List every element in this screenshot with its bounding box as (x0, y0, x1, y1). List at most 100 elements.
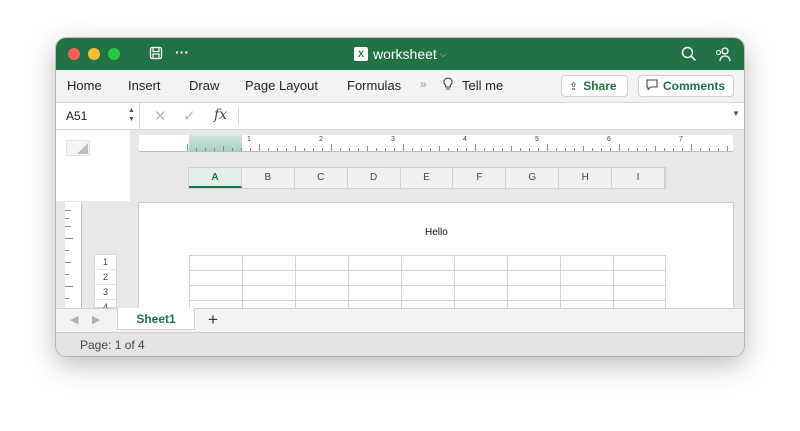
select-all-icon[interactable] (66, 140, 90, 156)
grid-cell[interactable] (295, 300, 348, 308)
ruler-tick (547, 144, 548, 151)
formula-input[interactable] (244, 107, 726, 127)
prev-sheet-icon[interactable]: ◀ (70, 313, 78, 326)
menu-overflow-icon[interactable]: » (420, 77, 427, 91)
column-header-g[interactable]: G (506, 168, 560, 188)
grid-cell[interactable] (295, 270, 348, 285)
grid-cell[interactable] (454, 255, 507, 270)
grid-cell[interactable] (242, 255, 295, 270)
share-button[interactable]: ⇪ Share (561, 75, 628, 97)
grid-cell[interactable] (507, 300, 560, 308)
minimize-window-button[interactable] (88, 48, 100, 60)
name-box-stepper-icon[interactable]: ▲ ▼ (128, 106, 135, 124)
ruler-tick (241, 148, 242, 151)
confirm-formula-icon[interactable]: ✓ (183, 107, 196, 125)
grid-cell[interactable] (454, 300, 507, 308)
ruler-number: 3 (391, 136, 395, 143)
menu-page-layout[interactable]: Page Layout (245, 78, 318, 93)
column-header-i[interactable]: I (612, 168, 666, 188)
grid-cell[interactable] (613, 300, 666, 308)
column-header-d[interactable]: D (348, 168, 401, 188)
ruler-tick (583, 146, 584, 151)
people-icon[interactable] (714, 46, 732, 65)
close-window-button[interactable] (68, 48, 80, 60)
page-layout-area: 1234567 A B C D E F G H I Hello 1 2 3 4 (56, 130, 744, 308)
grid-cell[interactable] (454, 285, 507, 300)
ruler-tick (700, 148, 701, 151)
grid-cell[interactable] (242, 285, 295, 300)
more-icon[interactable]: ··· (175, 44, 189, 60)
column-header-b[interactable]: B (242, 168, 295, 188)
sheet-tab-sheet1[interactable]: Sheet1 (117, 308, 195, 330)
grid-cell[interactable] (348, 255, 401, 270)
page-header-text[interactable]: Hello (425, 227, 448, 238)
column-header-e[interactable]: E (401, 168, 454, 188)
grid-cell[interactable] (613, 285, 666, 300)
grid-cell[interactable] (454, 270, 507, 285)
ruler-tick (538, 148, 539, 151)
row-header-1[interactable]: 1 (95, 255, 116, 270)
add-sheet-button[interactable]: + (208, 310, 218, 330)
row-header-bar: 1 2 3 4 (94, 254, 117, 308)
grid-cell[interactable] (401, 270, 454, 285)
menu-draw[interactable]: Draw (189, 78, 219, 93)
status-bar: Page: 1 of 4 (56, 332, 744, 356)
column-header-h[interactable]: H (559, 168, 613, 188)
insert-function-icon[interactable]: fx (214, 107, 227, 123)
next-sheet-icon[interactable]: ▶ (92, 313, 100, 326)
ruler-tick (430, 148, 431, 151)
ruler-tick (601, 148, 602, 151)
tell-me-search[interactable]: Tell me (462, 78, 503, 93)
column-header-f[interactable]: F (453, 168, 507, 188)
grid-cell[interactable] (401, 285, 454, 300)
ruler-tick (340, 148, 341, 151)
menu-insert[interactable]: Insert (128, 78, 161, 93)
grid-cell[interactable] (560, 270, 613, 285)
menu-formulas[interactable]: Formulas (347, 78, 401, 93)
grid-cell[interactable] (189, 285, 242, 300)
column-header-c[interactable]: C (295, 168, 348, 188)
comments-button[interactable]: Comments (638, 75, 734, 97)
grid-cell[interactable] (401, 300, 454, 308)
ruler-tick (565, 148, 566, 151)
column-header-bar: A B C D E F G H I (188, 167, 666, 189)
grid-cell[interactable] (507, 270, 560, 285)
grid-cell[interactable] (613, 255, 666, 270)
grid-cell[interactable] (348, 285, 401, 300)
grid-cell[interactable] (348, 300, 401, 308)
grid-cell[interactable] (189, 255, 242, 270)
row-header-3[interactable]: 3 (95, 285, 116, 300)
grid-cell[interactable] (560, 285, 613, 300)
ruler-tick (637, 148, 638, 151)
grid-cell[interactable] (189, 270, 242, 285)
grid-cell[interactable] (401, 255, 454, 270)
grid-cell[interactable] (560, 300, 613, 308)
ruler-tick (457, 148, 458, 151)
grid-cell[interactable] (295, 285, 348, 300)
cell-grid[interactable] (189, 255, 667, 308)
save-icon[interactable] (149, 46, 163, 63)
grid-cell[interactable] (507, 255, 560, 270)
grid-cell[interactable] (242, 300, 295, 308)
window-title-area[interactable]: X worksheet ⌵ (354, 45, 447, 63)
expand-formula-icon[interactable]: ▼ (732, 109, 740, 118)
ruler-tick (349, 148, 350, 151)
grid-cell[interactable] (189, 300, 242, 308)
excel-window: ··· X worksheet ⌵ Home Insert Draw Page … (56, 38, 744, 356)
grid-cell[interactable] (613, 270, 666, 285)
menu-home[interactable]: Home (67, 78, 102, 93)
ruler-tick (403, 144, 404, 151)
grid-cell[interactable] (295, 255, 348, 270)
row-header-2[interactable]: 2 (95, 270, 116, 285)
search-icon[interactable] (681, 46, 697, 65)
grid-cell[interactable] (560, 255, 613, 270)
grid-cell[interactable] (242, 270, 295, 285)
cancel-formula-icon[interactable]: ✕ (154, 107, 167, 125)
name-box[interactable]: A51 ▲ ▼ (56, 103, 140, 129)
column-header-a[interactable]: A (189, 168, 242, 188)
row-header-4[interactable]: 4 (95, 300, 116, 308)
grid-cell[interactable] (507, 285, 560, 300)
ruler-tick (529, 148, 530, 151)
grid-cell[interactable] (348, 270, 401, 285)
maximize-window-button[interactable] (108, 48, 120, 60)
